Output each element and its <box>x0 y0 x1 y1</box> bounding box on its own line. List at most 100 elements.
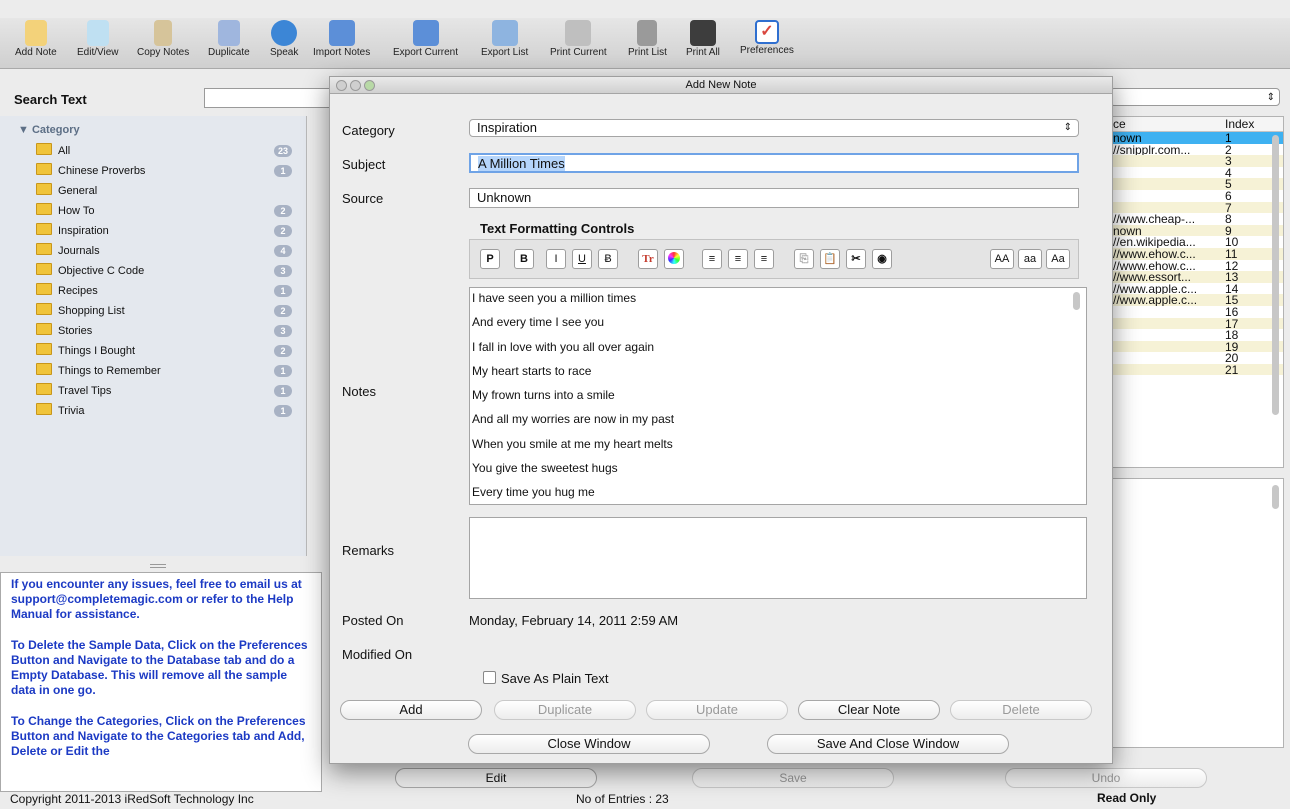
table-row[interactable]: nown 1 <box>1109 132 1283 144</box>
table-row[interactable]: //en.wikipedia... 10 <box>1109 236 1283 248</box>
duplicate-icon <box>217 20 240 46</box>
panel-splitter-handle[interactable] <box>150 564 166 568</box>
table-row[interactable]: 17 <box>1109 317 1283 330</box>
table-row[interactable]: 21 <box>1109 363 1283 376</box>
search-field-select[interactable]: ⇕ <box>1110 88 1280 106</box>
table-row[interactable]: 19 <box>1109 340 1283 353</box>
table-row[interactable]: 20 <box>1109 352 1283 364</box>
font-button[interactable]: Tr <box>638 249 658 269</box>
table-row[interactable]: //www.ehow.c... 11 <box>1109 247 1283 260</box>
category-item[interactable]: General <box>36 182 302 200</box>
column-header-index[interactable]: Index <box>1225 117 1254 131</box>
undo-button[interactable]: Undo <box>1005 768 1207 788</box>
print-list-button[interactable]: Print List <box>628 20 667 58</box>
strikethrough-button[interactable]: Ƀ <box>598 249 618 269</box>
table-row[interactable]: 6 <box>1109 190 1283 202</box>
table-row[interactable]: 3 <box>1109 155 1283 167</box>
source-input[interactable]: Unknown <box>469 188 1079 208</box>
edit-view-button[interactable]: Edit/View <box>77 20 119 58</box>
cut-button[interactable]: ✂ <box>846 249 866 269</box>
titlecase-button[interactable]: Aa <box>1046 249 1070 269</box>
print-current-button[interactable]: Print Current <box>550 20 607 58</box>
table-row[interactable]: 5 <box>1109 178 1283 190</box>
align-left-icon: ≡ <box>708 253 716 265</box>
print-all-button[interactable]: Print All <box>686 20 720 58</box>
add-button[interactable]: Add <box>340 700 482 720</box>
category-item[interactable]: Inspiration 2 <box>36 222 302 240</box>
checkbox-box[interactable] <box>483 671 496 684</box>
save-button[interactable]: Save <box>692 768 894 788</box>
export-list-button[interactable]: Export List <box>481 20 528 58</box>
italic-button[interactable]: I <box>546 249 566 269</box>
align-right-button[interactable]: ≡ <box>754 249 774 269</box>
align-left-button[interactable]: ≡ <box>702 249 722 269</box>
table-row[interactable]: 4 <box>1109 167 1283 179</box>
table-row[interactable]: //www.ehow.c... 12 <box>1109 260 1283 272</box>
lowercase-button[interactable]: aa <box>1018 249 1042 269</box>
category-item[interactable]: Shopping List 2 <box>36 302 302 320</box>
subject-input[interactable]: A Million Times <box>469 153 1079 173</box>
duplicate-button[interactable]: Duplicate <box>208 20 250 58</box>
table-row[interactable]: //www.cheap-... 8 <box>1109 213 1283 225</box>
category-item[interactable]: How To 2 <box>36 202 302 220</box>
update-button[interactable]: Update <box>646 700 788 720</box>
table-row[interactable]: //www.apple.c... 15 <box>1109 294 1283 306</box>
paste-button[interactable]: 📋 <box>820 249 840 269</box>
plain-format-button[interactable]: P <box>480 249 500 269</box>
note-line: My frown turns into a smile <box>472 388 615 403</box>
category-item[interactable]: Recipes 1 <box>36 282 302 300</box>
save-as-plain-text-checkbox[interactable]: Save As Plain Text <box>483 671 608 686</box>
print-all-icon <box>689 20 716 46</box>
column-header-source[interactable]: ce <box>1113 117 1126 131</box>
preview-scrollbar[interactable] <box>1272 485 1279 509</box>
count-badge: 4 <box>274 245 292 257</box>
save-and-close-button[interactable]: Save And Close Window <box>767 734 1009 754</box>
color-picker-button[interactable] <box>664 249 684 269</box>
search-input[interactable] <box>204 88 330 108</box>
delete-button[interactable]: Delete <box>950 700 1092 720</box>
category-item[interactable]: Trivia 1 <box>36 402 302 420</box>
underline-button[interactable]: U <box>572 249 592 269</box>
copy-notes-button[interactable]: Copy Notes <box>137 20 189 58</box>
category-item[interactable]: Journals 4 <box>36 242 302 260</box>
preferences-button[interactable]: ✓ Preferences <box>740 20 794 56</box>
insert-image-button[interactable]: ◉ <box>872 249 892 269</box>
count-badge: 1 <box>274 165 292 177</box>
table-row[interactable]: 18 <box>1109 329 1283 341</box>
import-notes-button[interactable]: Import Notes <box>313 20 370 58</box>
category-item[interactable]: All 23 <box>36 142 302 160</box>
duplicate-note-button[interactable]: Duplicate <box>494 700 636 720</box>
category-item[interactable]: Things to Remember 1 <box>36 362 302 380</box>
category-select[interactable]: Inspiration ⇕ <box>469 119 1079 137</box>
category-item[interactable]: Stories 3 <box>36 322 302 340</box>
dialog-titlebar[interactable]: Add New Note <box>330 77 1112 94</box>
category-item[interactable]: Objective C Code 3 <box>36 262 302 280</box>
edit-button[interactable]: Edit <box>395 768 597 788</box>
notes-textarea[interactable]: I have seen you a million times And ever… <box>469 287 1087 505</box>
table-row[interactable]: //www.essort... 13 <box>1109 271 1283 283</box>
table-row[interactable]: //snipplr.com... 2 <box>1109 144 1283 156</box>
category-item[interactable]: Chinese Proverbs 1 <box>36 162 302 180</box>
count-badge: 3 <box>274 325 292 337</box>
uppercase-button[interactable]: AA <box>990 249 1014 269</box>
category-header[interactable]: ▼ Category <box>18 124 80 136</box>
align-center-button[interactable]: ≡ <box>728 249 748 269</box>
table-row[interactable]: //www.apple.c... 14 <box>1109 283 1283 295</box>
clear-note-button[interactable]: Clear Note <box>798 700 940 720</box>
speak-button[interactable]: Speak <box>270 20 298 58</box>
remarks-textarea[interactable] <box>469 517 1087 599</box>
list-scrollbar[interactable] <box>1272 135 1279 415</box>
notes-scrollbar[interactable] <box>1073 292 1080 310</box>
folder-icon <box>36 223 52 235</box>
close-window-button[interactable]: Close Window <box>468 734 710 754</box>
notes-list-table[interactable]: ce Index nown 1 //snipplr.com... 2 3 4 5 6… <box>1108 116 1284 468</box>
category-item[interactable]: Things I Bought 2 <box>36 342 302 360</box>
add-note-button[interactable]: Add Note <box>15 20 57 58</box>
table-row[interactable]: 16 <box>1109 306 1283 318</box>
export-current-button[interactable]: Export Current <box>393 20 458 58</box>
bold-button[interactable]: B <box>514 249 534 269</box>
table-row[interactable]: nown 9 <box>1109 224 1283 237</box>
table-row[interactable]: 7 <box>1109 201 1283 214</box>
copy-format-button[interactable]: ⎘ <box>794 249 814 269</box>
category-item[interactable]: Travel Tips 1 <box>36 382 302 400</box>
